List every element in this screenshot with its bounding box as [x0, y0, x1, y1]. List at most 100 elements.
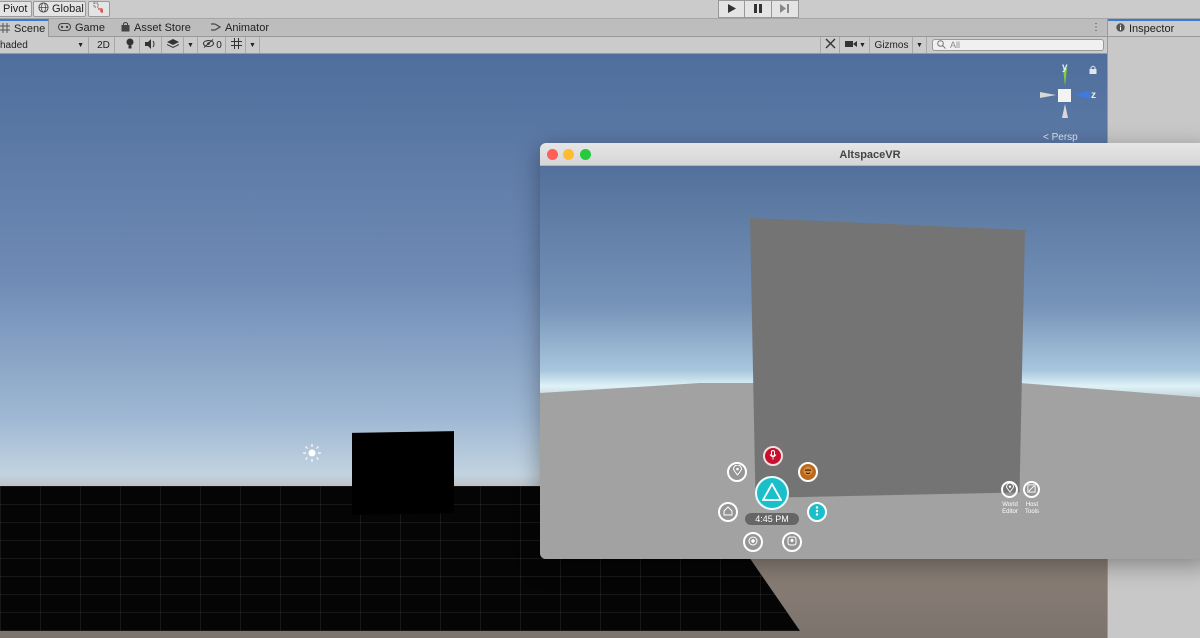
step-icon: [780, 3, 790, 15]
microphone-icon: [769, 449, 777, 463]
speaker-icon: [144, 38, 157, 52]
eye-slash-icon: [203, 39, 215, 51]
gizmos-button[interactable]: Gizmos: [871, 37, 913, 53]
tab-label: Asset Store: [134, 22, 191, 34]
pause-icon: [754, 3, 762, 15]
main-toolbar: Pivot Global: [0, 0, 1200, 19]
altspace-main-menu-button[interactable]: [755, 476, 789, 510]
host-tools-button[interactable]: [1023, 481, 1040, 498]
lighting-toggle[interactable]: [120, 37, 140, 53]
pivot-toggle-button[interactable]: Pivot: [0, 1, 32, 17]
camera-icon: [845, 40, 858, 51]
tab-label: Game: [75, 22, 105, 34]
chevron-left-icon: <: [1043, 132, 1049, 143]
grid-snap-button[interactable]: [88, 1, 110, 17]
host-tools-icon: [1027, 483, 1036, 496]
grid-dropdown[interactable]: ▼: [246, 37, 260, 53]
gray-wall-object: [750, 218, 1025, 498]
host-tools-line-2: Tools: [1024, 509, 1039, 515]
camera-button[interactable]: [743, 532, 763, 552]
avatar-face-icon: [803, 466, 813, 479]
pivot-label: Pivot: [3, 3, 28, 15]
chevron-down-icon: ▼: [187, 41, 194, 49]
play-button[interactable]: [718, 0, 745, 18]
people-button[interactable]: [807, 502, 827, 522]
cube-object[interactable]: [352, 431, 454, 515]
search-icon: [937, 39, 946, 51]
altspace-logo-icon: [761, 481, 783, 504]
more-dots-icon: [815, 505, 819, 519]
play-icon: [727, 3, 736, 15]
tab-scene[interactable]: Scene: [0, 19, 49, 37]
location-button[interactable]: [727, 462, 747, 482]
draw-mode-value: haded: [0, 39, 28, 51]
inspector-tab-label: Inspector: [1129, 22, 1175, 35]
gizmos-dropdown[interactable]: ▼: [913, 37, 927, 53]
avatar-button[interactable]: [798, 462, 818, 482]
hidden-count: 0: [216, 39, 222, 51]
scene-search-input[interactable]: All: [932, 39, 1104, 51]
camera-settings-button[interactable]: ▼: [842, 37, 870, 53]
tools-button[interactable]: [820, 37, 840, 53]
location-pin-icon: [1005, 482, 1014, 496]
chevron-down-icon: ▼: [859, 41, 866, 49]
chevron-down-icon: ▼: [916, 41, 923, 49]
home-button[interactable]: [718, 502, 738, 522]
grid-snap-icon: [93, 2, 105, 17]
directional-light-icon[interactable]: [303, 444, 321, 462]
shopping-bag-icon: [121, 21, 130, 35]
globe-icon: [38, 2, 49, 16]
stage-icon: [787, 536, 797, 549]
draw-mode-dropdown[interactable]: haded ▼: [0, 37, 89, 53]
tab-game[interactable]: Game: [50, 19, 113, 37]
audio-toggle[interactable]: [140, 37, 162, 53]
tab-label: Scene: [14, 23, 46, 35]
toggle-2d-button[interactable]: 2D: [93, 37, 115, 53]
tab-animator[interactable]: Animator: [202, 19, 277, 37]
home-icon: [723, 505, 733, 519]
tab-inspector[interactable]: Inspector: [1108, 19, 1200, 37]
hidden-objects-toggle[interactable]: 0: [200, 37, 226, 53]
time-display: 4:45 PM: [745, 513, 799, 525]
altspace-3d-view[interactable]: 4:45 PM World Editor Host Tools: [540, 166, 1200, 559]
toggle-2d-label: 2D: [97, 39, 110, 51]
effects-toggle[interactable]: [162, 37, 184, 53]
grid-toggle[interactable]: [228, 37, 246, 53]
location-pin-icon: [732, 464, 742, 479]
axis-y-label: y: [1062, 62, 1068, 73]
stage-button[interactable]: [782, 532, 802, 552]
altspacevr-window[interactable]: AltspaceVR 4:45 PM World Editor Host Too…: [540, 143, 1200, 559]
effects-dropdown[interactable]: ▼: [184, 37, 198, 53]
chevron-down-icon: ▼: [77, 41, 84, 49]
projection-toggle[interactable]: < Persp: [1043, 132, 1078, 143]
microphone-button[interactable]: [763, 446, 783, 466]
world-editor-button[interactable]: [1001, 481, 1018, 498]
window-title: AltspaceVR: [839, 148, 901, 161]
step-button[interactable]: [772, 0, 799, 18]
layers-icon: [166, 38, 179, 52]
axis-z-label: z: [1091, 90, 1096, 101]
animator-icon: [210, 22, 222, 35]
tab-asset-store[interactable]: Asset Store: [113, 19, 199, 37]
gizmos-label: Gizmos: [874, 39, 909, 51]
lightbulb-icon: [126, 38, 134, 52]
kebab-menu-icon[interactable]: ⋮: [1091, 22, 1101, 33]
chevron-down-icon: ▼: [249, 41, 256, 49]
pause-button[interactable]: [745, 0, 772, 18]
host-tools-line-1: Host: [1025, 502, 1039, 508]
editor-tab-bar: Scene Game Asset Store Animator ⋮: [0, 19, 1107, 37]
projection-label: Persp: [1051, 132, 1078, 143]
global-toggle-button[interactable]: Global: [33, 1, 86, 17]
scene-view-toolbar: haded ▼ 2D ▼ 0 ▼ ▼ Gizmos ▼ All: [0, 37, 1107, 54]
lock-icon[interactable]: [1089, 65, 1097, 76]
global-label: Global: [52, 3, 84, 15]
grid-icon: [231, 38, 242, 52]
wrench-icon: [825, 38, 836, 52]
tab-label: Animator: [225, 22, 270, 34]
host-tools-label: Host Tools: [1017, 502, 1047, 516]
search-placeholder: All: [950, 40, 961, 50]
window-title-bar[interactable]: AltspaceVR: [540, 143, 1200, 166]
playback-controls: [718, 0, 799, 18]
info-icon: [1116, 22, 1125, 35]
scene-grid-icon: [0, 22, 10, 36]
